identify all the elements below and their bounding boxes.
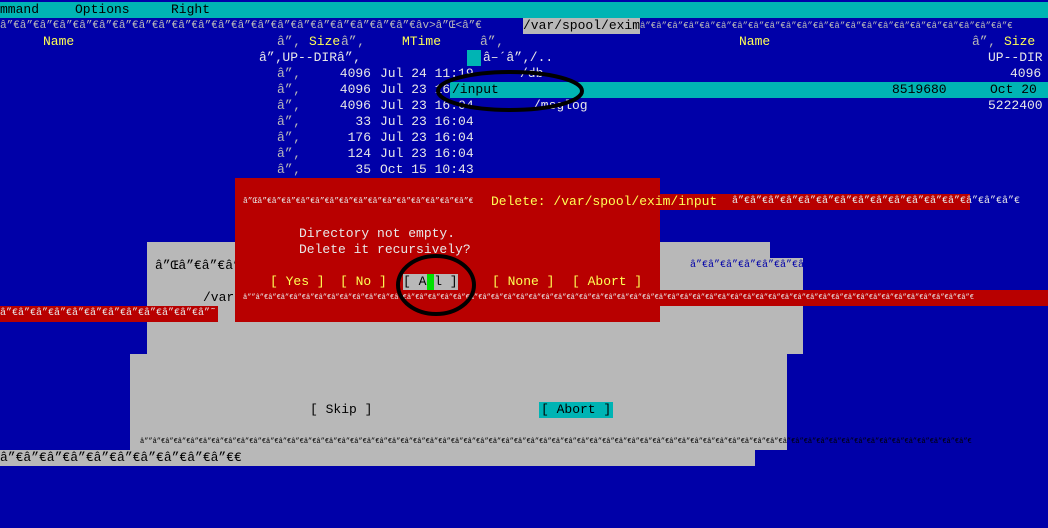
- annotation-ellipses: [396, 70, 584, 316]
- highlight-ellipse-input: [436, 70, 584, 112]
- highlight-ellipse-all: [396, 254, 476, 316]
